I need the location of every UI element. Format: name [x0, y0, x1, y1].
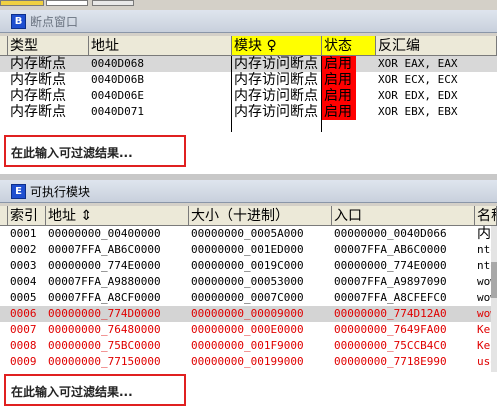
module-cell-address: 00000000_00400000: [48, 227, 161, 240]
modules-scrollbar-thumb[interactable]: [491, 262, 497, 298]
column-header-index[interactable]: 索引: [8, 206, 46, 226]
breakpoint-cell-address: 0040D06B: [91, 73, 144, 86]
breakpoint-cell-state: 启用: [322, 104, 356, 120]
module-cell-index: 0006: [10, 307, 37, 320]
breakpoint-cell-disasm: XOR EBX, EBX: [378, 105, 458, 118]
module-row[interactable]: 0005 00007FFA_A8CF0000 00000000_0007C000 00…: [0, 290, 497, 306]
module-cell-index: 0007: [10, 323, 37, 336]
module-cell-entry: 00007FFA_A9897090: [334, 275, 447, 288]
breakpoint-row[interactable]: 内存断点 0040D071 内存访问断点 启用 XOR EBX, EBX: [0, 104, 497, 120]
breakpoint-state-column-line: [321, 56, 322, 132]
breakpoint-window-icon: B: [11, 14, 26, 29]
column-header-module[interactable]: 模块 ♀: [232, 36, 322, 56]
module-cell-size: 00000000_00009000: [191, 307, 304, 320]
module-cell-address: 00007FFA_A8CF0000: [48, 291, 161, 304]
module-cell-entry: 00000000_7718E990: [334, 355, 447, 368]
breakpoint-cell-state: 启用: [322, 72, 356, 88]
breakpoint-cell-module: 内存访问断点: [234, 72, 318, 88]
breakpoint-cell-type: 内存断点: [10, 56, 66, 72]
breakpoint-window-titlebar[interactable]: B 断点窗口: [0, 10, 497, 33]
module-cell-address: 00000000_77150000: [48, 355, 161, 368]
module-cell-entry: 00007FFA_AB6C0000: [334, 243, 447, 256]
module-cell-entry: 00000000_7649FA00: [334, 323, 447, 336]
module-cell-index: 0008: [10, 339, 37, 352]
module-row[interactable]: 0002 00007FFA_AB6C0000 00000000_001ED000 00…: [0, 242, 497, 258]
module-cell-entry: 00000000_0040D066: [334, 227, 447, 240]
breakpoint-row[interactable]: 内存断点 0040D06E 内存访问断点 启用 XOR EDX, EDX: [0, 88, 497, 104]
module-cell-size: 00000000_001F9000: [191, 339, 304, 352]
breakpoint-module-column-line: [231, 56, 232, 132]
column-header-type[interactable]: 类型: [8, 36, 89, 56]
toolbar-tab[interactable]: [92, 0, 134, 6]
modules-window-title: 可执行模块: [30, 185, 91, 199]
module-cell-size: 00000000_0005A000: [191, 227, 304, 240]
column-header-name[interactable]: 名称: [475, 206, 497, 226]
breakpoint-cell-type: 内存断点: [10, 88, 66, 104]
module-cell-size: 00000000_0007C000: [191, 291, 304, 304]
breakpoint-cell-state: 启用: [322, 88, 356, 104]
breakpoint-cell-type: 内存断点: [10, 72, 66, 88]
module-cell-entry: 00007FFA_A8CFEFC0: [334, 291, 447, 304]
column-header-entry[interactable]: 入口: [332, 206, 475, 226]
module-cell-address: 00007FFA_AB6C0000: [48, 243, 161, 256]
breakpoint-filter-input[interactable]: 在此输入可过滤结果...: [4, 135, 186, 167]
module-cell-address: 00000000_75BC0000: [48, 339, 161, 352]
module-cell-index: 0003: [10, 259, 37, 272]
column-header-disasm[interactable]: 反汇编: [376, 36, 497, 56]
modules-window-icon: E: [11, 184, 26, 199]
breakpoint-cell-module: 内存访问断点: [234, 56, 318, 72]
breakpoint-cell-address: 0040D06E: [91, 89, 144, 102]
row-gutter: [0, 206, 8, 226]
module-cell-entry: 00000000_774D12A0: [334, 307, 447, 320]
breakpoint-cell-state: 启用: [322, 56, 356, 72]
breakpoint-table: 类型 地址 模块 ♀ 状态 反汇编 内存断点 0040D068 内存访问断点 启用 XO…: [0, 36, 497, 174]
module-row[interactable]: 0009 00000000_77150000 00000000_00199000 00…: [0, 354, 497, 370]
toolbar-tab[interactable]: [0, 0, 44, 6]
breakpoint-row[interactable]: 内存断点 0040D068 内存访问断点 启用 XOR EAX, EAX: [0, 56, 497, 72]
module-row[interactable]: 0003 00000000_774E0000 00000000_0019C000 00…: [0, 258, 497, 274]
breakpoint-cell-disasm: XOR EAX, EAX: [378, 57, 458, 70]
module-cell-index: 0004: [10, 275, 37, 288]
module-cell-size: 00000000_00053000: [191, 275, 304, 288]
module-cell-size: 00000000_001ED000: [191, 243, 304, 256]
breakpoint-cell-module: 内存访问断点: [234, 88, 318, 104]
breakpoint-cell-address: 0040D068: [91, 57, 144, 70]
module-cell-index: 0002: [10, 243, 37, 256]
module-row[interactable]: 0008 00000000_75BC0000 00000000_001F9000 00…: [0, 338, 497, 354]
breakpoint-window-title: 断点窗口: [30, 15, 79, 29]
toolbar-tab[interactable]: [46, 0, 88, 6]
breakpoint-row[interactable]: 内存断点 0040D06B 内存访问断点 启用 XOR ECX, ECX: [0, 72, 497, 88]
module-row[interactable]: 0007 00000000_76480000 00000000_000E0000 00…: [0, 322, 497, 338]
breakpoint-cell-type: 内存断点: [10, 104, 66, 120]
top-toolbar-strip: [0, 0, 497, 6]
module-row[interactable]: 0006 00000000_774D0000 00000000_00009000 00…: [0, 306, 497, 322]
module-cell-index: 0001: [10, 227, 37, 240]
column-header-size[interactable]: 大小（十进制）: [189, 206, 332, 226]
breakpoint-cell-disasm: XOR EDX, EDX: [378, 89, 458, 102]
modules-window-titlebar[interactable]: E 可执行模块: [0, 180, 497, 203]
module-cell-address: 00000000_774D0000: [48, 307, 161, 320]
module-cell-address: 00007FFA_A9880000: [48, 275, 161, 288]
module-cell-entry: 00000000_75CCB4C0: [334, 339, 447, 352]
module-cell-address: 00000000_76480000: [48, 323, 161, 336]
column-header-address[interactable]: 地址: [89, 36, 232, 56]
breakpoint-cell-address: 0040D071: [91, 105, 144, 118]
modules-filter-input[interactable]: 在此输入可过滤结果...: [4, 374, 186, 406]
modules-table: 索引 地址 ⇕ 大小（十进制） 入口 名称 0001 00000000_00400…: [0, 206, 497, 420]
module-cell-index: 0005: [10, 291, 37, 304]
column-header-address[interactable]: 地址 ⇕: [46, 206, 189, 226]
module-cell-address: 00000000_774E0000: [48, 259, 161, 272]
breakpoint-cell-module: 内存访问断点: [234, 104, 318, 120]
module-row[interactable]: 0004 00007FFA_A9880000 00000000_00053000 00…: [0, 274, 497, 290]
module-row[interactable]: 0001 00000000_00400000 00000000_0005A000 00…: [0, 226, 497, 242]
module-cell-entry: 00000000_774E0000: [334, 259, 447, 272]
modules-vertical-scrollbar[interactable]: [491, 226, 497, 376]
column-header-state[interactable]: 状态: [322, 36, 376, 56]
module-cell-index: 0009: [10, 355, 37, 368]
module-cell-size: 00000000_0019C000: [191, 259, 304, 272]
module-cell-size: 00000000_000E0000: [191, 323, 304, 336]
module-cell-size: 00000000_00199000: [191, 355, 304, 368]
row-gutter: [0, 36, 8, 56]
breakpoint-cell-disasm: XOR ECX, ECX: [378, 73, 458, 86]
